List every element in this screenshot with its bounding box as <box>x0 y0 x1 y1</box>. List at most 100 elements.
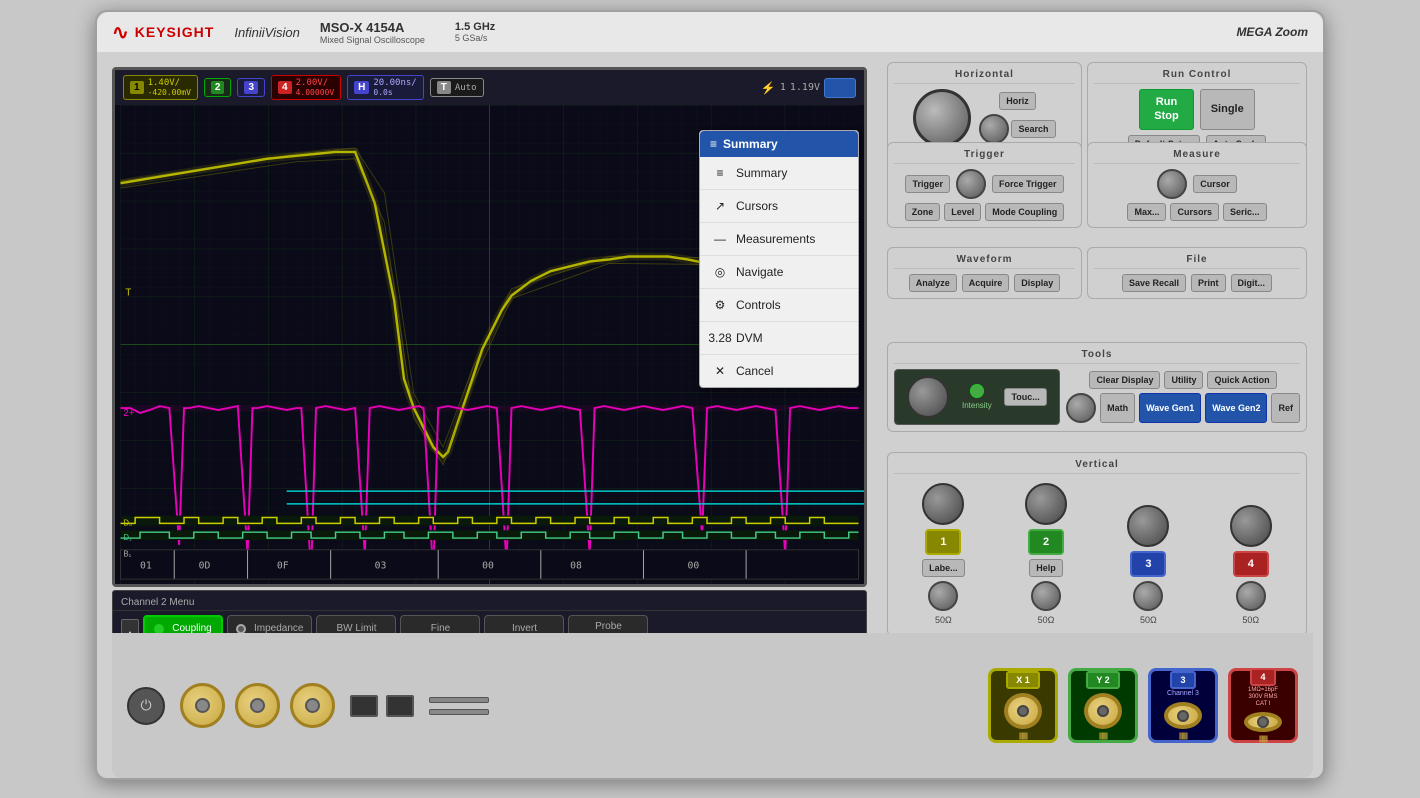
lightning-icon: ⚡ <box>761 81 776 95</box>
quick-action-button[interactable]: Quick Action <box>1207 371 1276 389</box>
search-button[interactable]: Search <box>1011 120 1055 138</box>
clear-display-button[interactable]: Clear Display <box>1089 371 1160 389</box>
h-badge[interactable]: H 20.00ns/ 0.0s <box>347 75 424 100</box>
ch2-num-label: 2 <box>1105 675 1110 685</box>
ch3-scale-knob[interactable] <box>1127 505 1169 547</box>
bnc-trig-out <box>290 683 335 728</box>
level-button[interactable]: Level <box>944 203 981 221</box>
ch4-connector: 4 1MΩ=16pF300V RMSCAT I |||||||||| <box>1228 668 1298 743</box>
dropdown-header-icon: ≡ <box>710 137 717 151</box>
touch-button[interactable]: Touc... <box>1004 388 1046 406</box>
svg-text:T: T <box>125 288 131 299</box>
dropdown-item-dvm[interactable]: 3.28 DVM <box>700 322 858 355</box>
ch4-knob-group: 4 50Ω <box>1230 505 1272 625</box>
ch3-connector-box: 3 Channel 3 |||||||||| <box>1148 668 1218 743</box>
analyze-button[interactable]: Analyze <box>909 274 957 292</box>
wave-gen2-button[interactable]: Wave Gen2 <box>1205 393 1267 423</box>
ch2-button[interactable]: 2 <box>1028 529 1064 555</box>
ch1-scale-knob[interactable] <box>922 483 964 525</box>
single-button[interactable]: Single <box>1200 89 1255 130</box>
trigger-level-knob[interactable] <box>956 169 986 199</box>
horizontal-scale-knob[interactable] <box>913 89 971 147</box>
zone-button[interactable]: Zone <box>905 203 941 221</box>
dropdown-item-navigate[interactable]: ◎ Navigate <box>700 256 858 289</box>
ch1-connector: X 1 |||||||||| <box>988 668 1058 743</box>
channel-menu-title: Channel 2 Menu <box>113 595 866 611</box>
spec-info: 1.5 GHz 5 GSa/s <box>455 21 495 43</box>
acquire-button[interactable]: Acquire <box>962 274 1010 292</box>
cursor-button[interactable]: Cursor <box>1193 175 1237 193</box>
connectors-area: ⏻ <box>112 633 1313 778</box>
utility-button[interactable]: Utility <box>1164 371 1203 389</box>
small-connectors <box>180 683 335 728</box>
summary-icon: ≡ <box>712 165 728 181</box>
ch2-connector-box: Y 2 |||||||||| <box>1068 668 1138 743</box>
math-button[interactable]: Math <box>1100 393 1135 423</box>
ch2-position-knob[interactable] <box>1031 581 1061 611</box>
intensity-knob[interactable] <box>907 376 949 418</box>
svg-text:2+: 2+ <box>123 408 134 419</box>
power-button[interactable]: ⏻ <box>127 687 165 725</box>
run-stop-button[interactable]: RunStop <box>1139 89 1193 130</box>
measure-knob[interactable] <box>1157 169 1187 199</box>
horizontal-title: Horizontal <box>894 69 1075 84</box>
dropdown-cursors-label: Cursors <box>736 199 778 213</box>
series-button[interactable]: Seric... <box>1223 203 1267 221</box>
ch2-help-button[interactable]: Help <box>1029 559 1063 577</box>
ch2-scale-knob[interactable] <box>1025 483 1067 525</box>
dropdown-item-summary[interactable]: ≡ Summary <box>700 157 858 190</box>
probe-label: Probe <box>595 621 622 632</box>
trigger-section: Trigger Trigger Force Trigger Zone Level… <box>887 142 1082 228</box>
dropdown-item-measurements[interactable]: — Measurements <box>700 223 858 256</box>
tools-knob[interactable] <box>1066 393 1096 423</box>
ch1-position-knob[interactable] <box>928 581 958 611</box>
ch4-scale-knob[interactable] <box>1230 505 1272 547</box>
ch3-button[interactable]: 3 <box>1130 551 1166 577</box>
ch1-teeth: |||||||||| <box>1019 733 1027 740</box>
dropdown-item-controls[interactable]: ⚙ Controls <box>700 289 858 322</box>
ch3-teeth: |||||||||| <box>1179 733 1187 740</box>
ch1-badge[interactable]: 1 1.40V/ -420.00mV <box>123 75 198 100</box>
measure-title: Measure <box>1094 149 1300 164</box>
digit-button[interactable]: Digit... <box>1231 274 1273 292</box>
force-trigger-button[interactable]: Force Trigger <box>992 175 1064 193</box>
horiz-button[interactable]: Horiz <box>999 92 1036 110</box>
save-recall-button[interactable]: Save Recall <box>1122 274 1186 292</box>
spec-sample: 5 GSa/s <box>455 33 495 43</box>
svg-text:03: 03 <box>375 560 387 571</box>
ch2-badge[interactable]: 2 <box>204 78 232 97</box>
ch3-badge[interactable]: 3 <box>237 78 265 97</box>
oscilloscope-screen: 1 1.40V/ -420.00mV 2 3 4 2.00V/ 4.00000V <box>112 67 867 587</box>
max-button[interactable]: Max... <box>1127 203 1166 221</box>
h-offset: 0.0s <box>373 88 416 97</box>
ch1-label-button[interactable]: Labe... <box>922 559 965 577</box>
ch1-connector-label: X 1 <box>1006 671 1040 689</box>
ref-button[interactable]: Ref <box>1271 393 1300 423</box>
mode-coupling-button[interactable]: Mode Coupling <box>985 203 1064 221</box>
dropdown-cancel-label: Cancel <box>736 364 773 378</box>
ch4-position-knob[interactable] <box>1236 581 1266 611</box>
cursors2-button[interactable]: Cursors <box>1170 203 1219 221</box>
dvm-icon: 3.28 <box>712 330 728 346</box>
screen-menu-button[interactable] <box>824 78 856 98</box>
dropdown-title: Summary <box>723 137 778 151</box>
usb-port-2 <box>386 695 414 717</box>
ch4-badge[interactable]: 4 2.00V/ 4.00000V <box>271 75 341 100</box>
channel-connectors: X 1 |||||||||| Y 2 <box>988 668 1298 743</box>
display-button[interactable]: Display <box>1014 274 1060 292</box>
trigger-button[interactable]: Trigger <box>905 175 950 193</box>
print-button[interactable]: Print <box>1191 274 1226 292</box>
dropdown-item-cursors[interactable]: ↗ Cursors <box>700 190 858 223</box>
t-badge[interactable]: T Auto <box>430 78 484 97</box>
vertical-row: 1 Labe... 50Ω 2 Help 50Ω 3 <box>894 479 1300 629</box>
horizontal-position-knob[interactable] <box>979 114 1009 144</box>
dropdown-item-cancel[interactable]: ✕ Cancel <box>700 355 858 387</box>
wave-gen1-button[interactable]: Wave Gen1 <box>1139 393 1201 423</box>
ch1-button[interactable]: 1 <box>925 529 961 555</box>
ch4-bnc <box>1244 712 1282 732</box>
ch4-button[interactable]: 4 <box>1233 551 1269 577</box>
ch3-connector: 3 Channel 3 |||||||||| <box>1148 668 1218 743</box>
ch3-position-knob[interactable] <box>1133 581 1163 611</box>
bnc-probe-comp-2 <box>235 683 280 728</box>
measurements-icon: — <box>712 231 728 247</box>
